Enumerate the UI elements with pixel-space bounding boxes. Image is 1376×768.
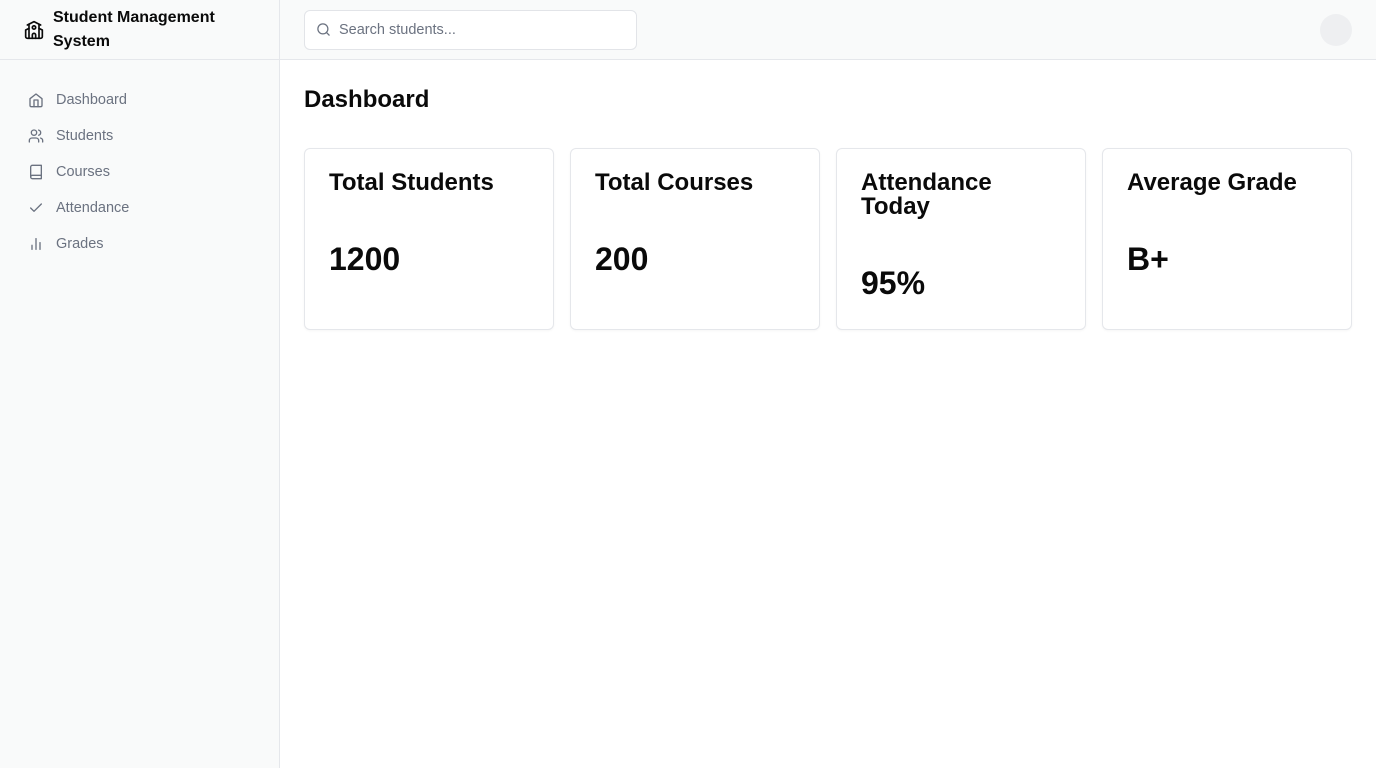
card-value: 95% [861,265,926,301]
sidebar-nav: Dashboard Students Courses Attendance Gr… [0,60,279,284]
top-bar [280,0,1376,60]
card-title: Total Courses [595,169,754,196]
check-icon [28,200,44,216]
sidebar-item-courses[interactable]: Courses [16,154,263,190]
search-icon [316,22,331,37]
sidebar-item-label: Attendance [56,200,130,216]
school-icon [24,20,44,40]
card-title: Total Students [329,169,494,196]
sidebar: Student Management System Dashboard Stud… [0,0,280,768]
bar-chart-icon [28,236,44,252]
sidebar-item-grades[interactable]: Grades [16,226,263,262]
sidebar-item-label: Grades [56,236,104,252]
stat-card-total-students: Total Students 1200 [304,148,554,330]
stats-cards: Total Students 1200 Total Courses 200 At… [304,148,1352,330]
search-input[interactable] [339,21,619,38]
home-icon [28,92,44,108]
card-value: 200 [595,241,649,277]
search-box[interactable] [304,9,637,50]
avatar[interactable] [1320,13,1352,46]
app-root: Student Management System Dashboard Stud… [0,0,1376,768]
book-icon [28,164,44,180]
sidebar-item-label: Dashboard [56,92,127,108]
stat-card-attendance-today: Attendance Today 95% [836,148,1086,330]
sidebar-item-attendance[interactable]: Attendance [16,190,263,226]
sidebar-item-students[interactable]: Students [16,118,263,154]
card-value: B+ [1127,241,1169,277]
card-value: 1200 [329,241,401,277]
page-title: Dashboard [304,86,430,113]
stat-card-total-courses: Total Courses 200 [570,148,820,330]
dashboard-content: Dashboard Total Students 1200 Total Cour… [280,60,1376,356]
users-icon [28,128,44,144]
brand: Student Management System [0,0,279,60]
app-title: Student Management System [53,8,215,50]
sidebar-item-label: Students [56,128,114,144]
sidebar-item-label: Courses [56,164,110,180]
card-title: Attendance Today [861,169,992,220]
sidebar-item-dashboard[interactable]: Dashboard [16,82,263,118]
main-area: Dashboard Total Students 1200 Total Cour… [280,0,1376,768]
card-title: Average Grade [1127,169,1297,196]
stat-card-average-grade: Average Grade B+ [1102,148,1352,330]
